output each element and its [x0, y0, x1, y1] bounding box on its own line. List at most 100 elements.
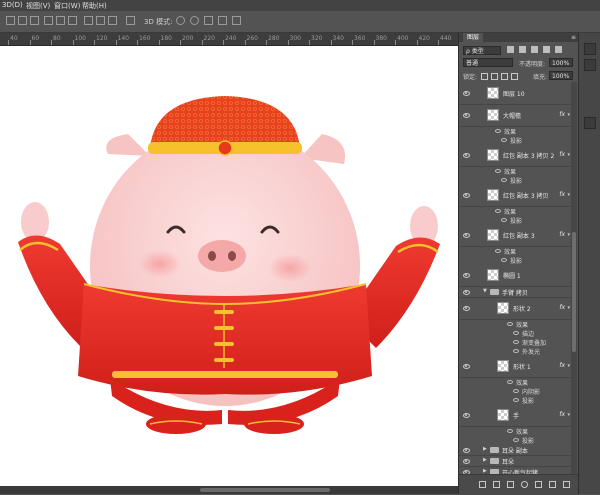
fx-icon[interactable]: fx [559, 304, 565, 311]
new-layer-icon[interactable] [549, 481, 556, 488]
filter-pixel-icon[interactable] [507, 46, 514, 53]
canvas-scroll-thumb[interactable] [200, 488, 330, 492]
add-style-icon[interactable] [493, 481, 500, 488]
align-middle-icon[interactable] [18, 16, 27, 25]
align-bottom-icon[interactable] [30, 16, 39, 25]
eye-icon[interactable] [495, 129, 501, 133]
layer-row[interactable]: 图层 10 [459, 82, 571, 105]
layer-row[interactable]: 红包 副本 3 fx ▾ [459, 224, 571, 247]
layer-effect-row[interactable]: 描边 [459, 328, 571, 338]
chevron-right-icon[interactable]: ▶ [483, 446, 487, 452]
eye-icon[interactable] [463, 413, 470, 418]
chevron-down-icon[interactable]: ▾ [567, 363, 570, 369]
filter-smartobject-icon[interactable] [555, 46, 562, 53]
eye-icon[interactable] [463, 448, 470, 453]
filter-kind-select[interactable]: ρ 类型 [463, 46, 501, 55]
eye-icon[interactable] [501, 258, 507, 262]
eye-icon[interactable] [463, 91, 470, 96]
auto-align-icon[interactable] [126, 16, 135, 25]
filter-shape-icon[interactable] [543, 46, 550, 53]
fx-icon[interactable]: fx [559, 111, 565, 118]
eye-icon[interactable] [495, 209, 501, 213]
fx-icon[interactable]: fx [559, 362, 565, 369]
fx-icon[interactable]: fx [559, 191, 565, 198]
lock-pixels-icon[interactable] [491, 73, 498, 80]
eye-icon[interactable] [507, 380, 513, 384]
tab-layers[interactable]: 图层 [463, 33, 484, 42]
align-center-icon[interactable] [56, 16, 65, 25]
layer-row[interactable]: 红包 副本 3 拷贝 fx ▾ [459, 184, 571, 207]
eye-icon[interactable] [513, 331, 519, 335]
eye-icon[interactable] [463, 306, 470, 311]
3d-roll-icon[interactable] [190, 16, 199, 25]
fx-icon[interactable]: fx [559, 151, 565, 158]
layer-effect-row[interactable]: 渐变叠加 [459, 337, 571, 347]
menu-window[interactable]: 窗口(W) [54, 1, 80, 11]
eye-icon[interactable] [463, 193, 470, 198]
3d-rotate-icon[interactable] [176, 16, 185, 25]
eye-icon[interactable] [463, 364, 470, 369]
layer-effect-row[interactable]: 效果 [459, 377, 571, 387]
layer-effect-row[interactable]: 效果 [459, 166, 571, 176]
distribute-top-icon[interactable] [84, 16, 93, 25]
blend-mode-select[interactable]: 普通 [463, 58, 513, 67]
3d-pan-icon[interactable] [204, 16, 213, 25]
eye-icon[interactable] [513, 398, 519, 402]
layer-row[interactable]: 椭圆 1 [459, 264, 571, 287]
layer-effect-row[interactable]: 外发光 [459, 346, 571, 356]
fill-input[interactable]: 100% [549, 71, 573, 80]
layer-group-row[interactable]: ▶ 开心新气起猪 [459, 466, 571, 474]
layer-effect-row[interactable]: 效果 [459, 319, 571, 329]
document-canvas[interactable] [0, 46, 458, 486]
eye-icon[interactable] [463, 290, 470, 295]
fx-icon[interactable]: fx [559, 231, 565, 238]
layer-effect-row[interactable]: 效果 [459, 246, 571, 256]
panel-menu-icon[interactable]: ≡ [571, 33, 576, 42]
eye-icon[interactable] [513, 389, 519, 393]
layer-effect-row[interactable]: 效果 [459, 426, 571, 436]
fx-icon[interactable]: fx [559, 411, 565, 418]
menu-3d[interactable]: 3D(D) [2, 1, 23, 9]
distribute-middle-icon[interactable] [96, 16, 105, 25]
eye-icon[interactable] [513, 349, 519, 353]
layer-row[interactable]: 形状 1 fx ▾ [459, 355, 571, 378]
layer-effect-row[interactable]: 投影 [459, 395, 571, 405]
layer-row[interactable]: 形状 2 fx ▾ [459, 297, 571, 320]
eye-icon[interactable] [463, 459, 470, 464]
layer-row[interactable]: 手 fx ▾ [459, 404, 571, 427]
chevron-down-icon[interactable]: ▾ [567, 412, 570, 418]
eye-icon[interactable] [463, 273, 470, 278]
layer-row[interactable]: 红包 副本 3 拷贝 2 fx ▾ [459, 144, 571, 167]
layer-row[interactable]: 大帽檐 fx ▾ [459, 104, 571, 127]
layers-scrollbar[interactable] [571, 82, 577, 474]
lock-position-icon[interactable] [501, 73, 508, 80]
filter-type-icon[interactable] [531, 46, 538, 53]
distribute-bottom-icon[interactable] [108, 16, 117, 25]
align-left-icon[interactable] [44, 16, 53, 25]
layer-effect-row[interactable]: 投影 [459, 175, 571, 185]
layers-scroll-thumb[interactable] [572, 232, 576, 352]
menu-help[interactable]: 帮助(H) [82, 1, 107, 11]
align-top-icon[interactable] [6, 16, 15, 25]
layer-effect-row[interactable]: 投影 [459, 215, 571, 225]
eye-icon[interactable] [513, 438, 519, 442]
trash-icon[interactable] [563, 481, 570, 488]
layer-effect-row[interactable]: 效果 [459, 206, 571, 216]
chevron-down-icon[interactable]: ▾ [567, 192, 570, 198]
eye-icon[interactable] [501, 178, 507, 182]
opacity-input[interactable]: 100% [549, 58, 573, 67]
chevron-down-icon[interactable]: ▾ [567, 305, 570, 311]
eye-icon[interactable] [501, 218, 507, 222]
dock-properties-icon[interactable] [584, 43, 596, 55]
chevron-right-icon[interactable]: ▶ [483, 457, 487, 463]
eye-icon[interactable] [495, 169, 501, 173]
filter-adjustment-icon[interactable] [519, 46, 526, 53]
link-icon[interactable] [479, 481, 486, 488]
chevron-down-icon[interactable]: ▼ [483, 288, 487, 294]
eye-icon[interactable] [513, 340, 519, 344]
menu-view[interactable]: 视图(V) [26, 1, 50, 11]
chevron-down-icon[interactable]: ▾ [567, 232, 570, 238]
add-mask-icon[interactable] [507, 481, 514, 488]
eye-icon[interactable] [463, 153, 470, 158]
dock-layers-icon[interactable] [584, 117, 596, 129]
